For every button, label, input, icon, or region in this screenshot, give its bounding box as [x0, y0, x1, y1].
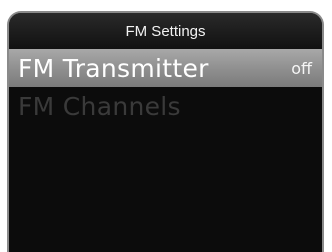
menu-item-value: off — [291, 58, 312, 78]
menu-item-fm-transmitter[interactable]: FM Transmitter off — [9, 49, 322, 87]
menu-item-label: FM Channels — [18, 91, 181, 121]
device-screen: FM Settings FM Transmitter off FM Channe… — [7, 11, 324, 252]
page-title: FM Settings — [125, 22, 206, 40]
menu-item-label: FM Transmitter — [18, 53, 209, 83]
menu-item-fm-channels: FM Channels — [9, 87, 322, 125]
settings-menu: FM Transmitter off FM Channels — [9, 49, 322, 125]
title-bar: FM Settings — [9, 13, 322, 49]
